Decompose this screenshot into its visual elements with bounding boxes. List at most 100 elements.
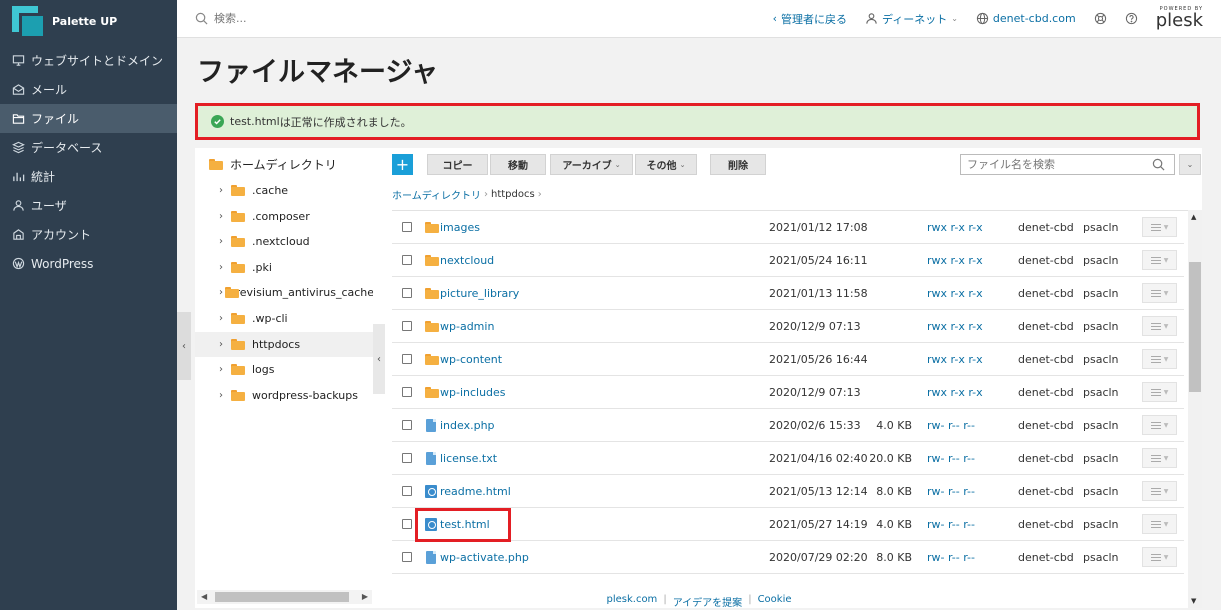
row-actions-button[interactable]: ▼ [1142, 283, 1177, 303]
sidebar-item-files[interactable]: ファイル [0, 104, 177, 133]
archive-dropdown[interactable]: アーカイブ ⌄ [550, 154, 633, 175]
move-button[interactable]: 移動 [490, 154, 546, 175]
row-actions-button[interactable]: ▼ [1142, 547, 1177, 567]
file-permissions-link[interactable]: rw- r-- r-- [927, 419, 975, 432]
collapse-tree-button[interactable]: ‹ [373, 324, 385, 394]
row-checkbox[interactable] [402, 354, 412, 364]
table-row[interactable]: picture_library 2021/01/13 11:58 rwx r-x r… [392, 277, 1184, 310]
row-checkbox[interactable] [402, 255, 412, 265]
row-actions-button[interactable]: ▼ [1142, 316, 1177, 336]
table-row[interactable]: wp-admin 2020/12/9 07:13 rwx r-x r-x denet-… [392, 310, 1184, 343]
file-permissions-link[interactable]: rw- r-- r-- [927, 518, 975, 531]
row-actions-button[interactable]: ▼ [1142, 481, 1177, 501]
file-name-link[interactable]: license.txt [440, 452, 497, 465]
file-search[interactable] [960, 154, 1175, 175]
search-options-dropdown[interactable]: ⌄ [1179, 154, 1201, 175]
other-dropdown[interactable]: その他 ⌄ [635, 154, 697, 175]
file-permissions-link[interactable]: rw- r-- r-- [927, 551, 975, 564]
row-checkbox[interactable] [402, 420, 412, 430]
file-permissions-link[interactable]: rwx r-x r-x [927, 353, 983, 366]
table-row[interactable]: images 2021/01/12 17:08 rwx r-x r-x denet-c… [392, 211, 1184, 244]
scroll-up-arrow-icon[interactable]: ▲ [1191, 213, 1196, 221]
row-checkbox[interactable] [402, 552, 412, 562]
file-name-link[interactable]: wp-activate.php [440, 551, 529, 564]
file-permissions-link[interactable]: rw- r-- r-- [927, 452, 975, 465]
row-actions-button[interactable]: ▼ [1142, 250, 1177, 270]
file-permissions-link[interactable]: rwx r-x r-x [927, 221, 983, 234]
file-permissions-link[interactable]: rwx r-x r-x [927, 254, 983, 267]
tree-item[interactable]: › .composer [195, 204, 373, 229]
file-name-link[interactable]: readme.html [440, 485, 511, 498]
sidebar-item-mail[interactable]: メール [0, 75, 177, 104]
row-actions-button[interactable]: ▼ [1142, 349, 1177, 369]
file-permissions-link[interactable]: rwx r-x r-x [927, 287, 983, 300]
row-actions-button[interactable]: ▼ [1142, 514, 1177, 534]
tree-item[interactable]: › .revisium_antivirus_cache [195, 280, 373, 305]
row-actions-button[interactable]: ▼ [1142, 217, 1177, 237]
table-row[interactable]: test.html 2021/05/27 14:19 4.0 KB rw- r-- r… [392, 508, 1184, 541]
file-name-link[interactable]: test.html [440, 518, 490, 531]
file-name-link[interactable]: picture_library [440, 287, 519, 300]
file-name-link[interactable]: nextcloud [440, 254, 494, 267]
file-name-link[interactable]: index.php [440, 419, 495, 432]
tree-item[interactable]: › .nextcloud [195, 229, 373, 254]
tree-item[interactable]: › logs [195, 357, 373, 382]
row-actions-button[interactable]: ▼ [1142, 382, 1177, 402]
collapse-sidebar-button[interactable]: ‹ [177, 312, 191, 380]
table-row[interactable]: wp-includes 2020/12/9 07:13 rwx r-x r-x den… [392, 376, 1184, 409]
file-name-link[interactable]: images [440, 221, 480, 234]
footer-link-idea[interactable]: アイデアを提案 [673, 594, 743, 610]
back-to-admin-link[interactable]: ‹ 管理者に戻る [773, 11, 847, 27]
tree-item[interactable]: › wordpress-backups [195, 383, 373, 408]
file-table-scrollbar[interactable]: ▲ ▼ [1188, 210, 1202, 608]
file-permissions-link[interactable]: rwx r-x r-x [927, 320, 983, 333]
table-row[interactable]: index.php 2020/02/6 15:33 4.0 KB rw- r-- r-… [392, 409, 1184, 442]
delete-button[interactable]: 削除 [710, 154, 766, 175]
brand[interactable]: Palette UP [0, 0, 177, 42]
support-icon[interactable] [1094, 12, 1107, 25]
file-name-link[interactable]: wp-content [440, 353, 502, 366]
file-permissions-link[interactable]: rwx r-x r-x [927, 386, 983, 399]
file-name-link[interactable]: wp-includes [440, 386, 506, 399]
row-checkbox[interactable] [402, 486, 412, 496]
table-row[interactable]: readme.html 2021/05/13 12:14 8.0 KB rw- r--… [392, 475, 1184, 508]
tree-item[interactable]: › .cache [195, 178, 373, 203]
add-button[interactable]: + [392, 154, 413, 175]
footer-link-cookie[interactable]: Cookie [758, 594, 792, 610]
footer-link-plesk[interactable]: plesk.com [606, 594, 657, 610]
sidebar-item-users[interactable]: ユーザ [0, 191, 177, 220]
file-name-link[interactable]: wp-admin [440, 320, 494, 333]
sidebar-item-stats[interactable]: 統計 [0, 162, 177, 191]
table-row[interactable]: wp-activate.php 2020/07/29 02:20 8.0 KB rw-… [392, 541, 1184, 574]
domain-selector[interactable]: denet-cbd.com [976, 12, 1076, 25]
row-checkbox[interactable] [402, 222, 412, 232]
row-checkbox[interactable] [402, 288, 412, 298]
row-checkbox[interactable] [402, 453, 412, 463]
sidebar-item-websites[interactable]: ウェブサイトとドメイン [0, 46, 177, 75]
table-row[interactable]: license.txt 2021/04/16 02:40 20.0 KB rw- r-… [392, 442, 1184, 475]
tree-item-selected[interactable]: › httpdocs [195, 332, 373, 357]
search-icon[interactable] [1152, 158, 1165, 171]
file-search-input[interactable] [967, 158, 1152, 171]
table-row[interactable]: nextcloud 2021/05/24 16:11 rwx r-x r-x dene… [392, 244, 1184, 277]
help-icon[interactable] [1125, 12, 1138, 25]
tree-item[interactable]: › .wp-cli [195, 306, 373, 331]
breadcrumb-current[interactable]: httpdocs [491, 189, 535, 200]
user-menu[interactable]: ディーネット ⌄ [865, 11, 958, 27]
scrollbar-thumb[interactable] [1189, 262, 1201, 392]
sidebar-item-account[interactable]: アカウント [0, 220, 177, 249]
row-checkbox[interactable] [402, 321, 412, 331]
sidebar-item-wordpress[interactable]: WordPress [0, 249, 177, 278]
table-row[interactable]: wp-content 2021/05/26 16:44 rwx r-x r-x den… [392, 343, 1184, 376]
global-search-input[interactable] [214, 12, 514, 25]
row-actions-button[interactable]: ▼ [1142, 448, 1177, 468]
sidebar-item-databases[interactable]: データベース [0, 133, 177, 162]
breadcrumb-home[interactable]: ホームディレクトリ [392, 187, 481, 202]
tree-item[interactable]: › .pki [195, 255, 373, 280]
file-permissions-link[interactable]: rw- r-- r-- [927, 485, 975, 498]
copy-button[interactable]: コピー [427, 154, 488, 175]
global-search[interactable] [195, 12, 755, 25]
tree-root[interactable]: ホームディレクトリ [209, 156, 337, 173]
row-actions-button[interactable]: ▼ [1142, 415, 1177, 435]
row-checkbox[interactable] [402, 387, 412, 397]
